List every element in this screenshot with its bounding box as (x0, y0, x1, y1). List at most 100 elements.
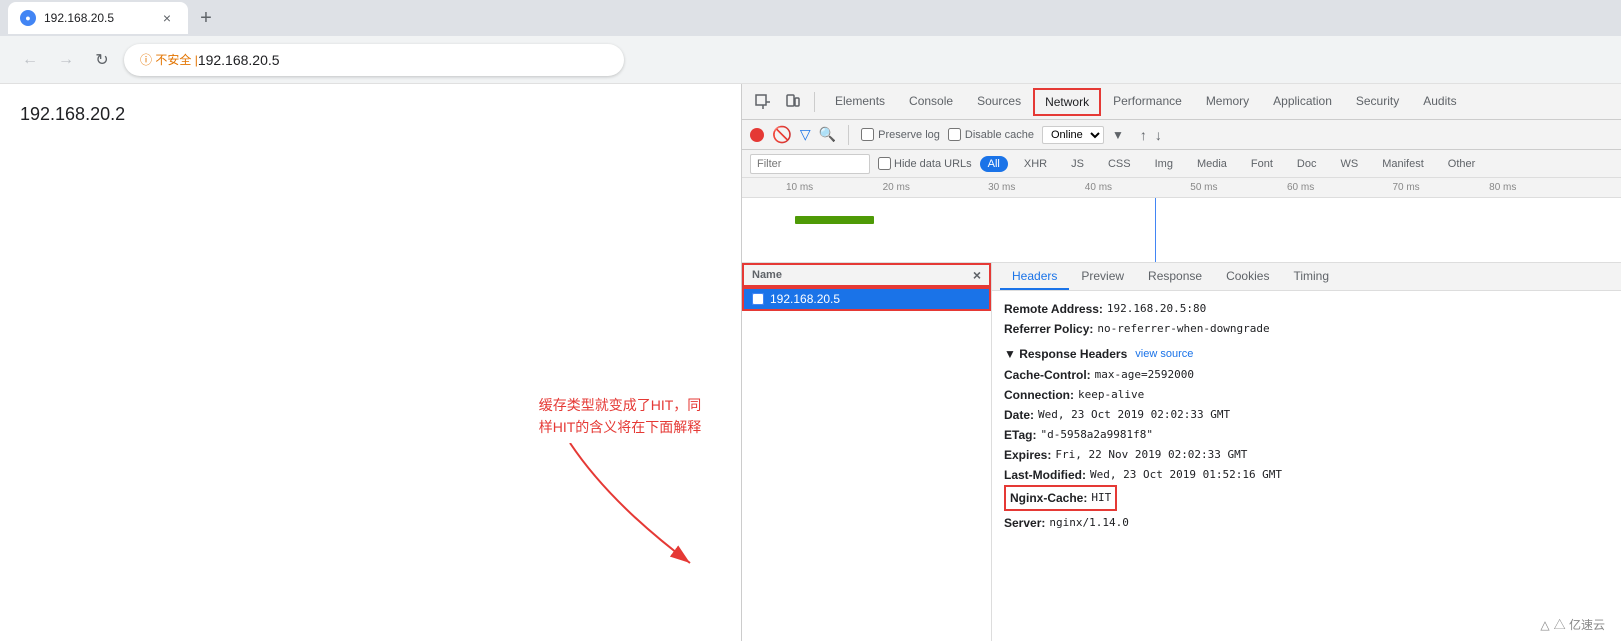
devtools-toolbar: Elements Console Sources Network Perform… (742, 84, 1621, 120)
brand-icon: △ (1540, 618, 1549, 632)
general-headers-section: Remote Address: 192.168.20.5:80 Referrer… (1004, 299, 1609, 339)
headers-panel: Headers Preview Response Cookies Timing … (992, 263, 1621, 641)
tab-bar: ● 192.168.20.5 × + (0, 0, 1621, 36)
filter-button[interactable]: ▽ (800, 126, 811, 143)
network-content: Name × 192.168.20.5 Headers Preview (742, 263, 1621, 641)
tab-close-button[interactable]: × (158, 9, 176, 27)
timeline-mark-60: 60 ms (1287, 182, 1314, 193)
record-button[interactable] (750, 128, 764, 142)
tab-title: 192.168.20.5 (44, 11, 150, 25)
headers-tab-headers[interactable]: Headers (1000, 264, 1069, 290)
timeline-mark-70: 70 ms (1392, 182, 1419, 193)
timeline-area: 10 ms 20 ms 30 ms 40 ms 50 ms 60 ms 70 m… (742, 178, 1621, 263)
brand-watermark: △ △ 亿速云 (1540, 616, 1605, 633)
filter-font-button[interactable]: Font (1243, 156, 1281, 172)
filter-bar: Hide data URLs All XHR JS CSS Img Media … (742, 150, 1621, 178)
device-toolbar-button[interactable] (780, 89, 806, 115)
preserve-log-checkbox[interactable]: Preserve log (861, 128, 940, 141)
disable-cache-checkbox[interactable]: Disable cache (948, 128, 1034, 141)
tab-console[interactable]: Console (897, 86, 965, 118)
request-name: 192.168.20.5 (770, 292, 840, 306)
headers-tab-response[interactable]: Response (1136, 264, 1214, 290)
throttle-dropdown-icon[interactable]: ▼ (1112, 128, 1124, 142)
request-favicon (752, 293, 764, 305)
request-row[interactable]: 192.168.20.5 (742, 287, 991, 311)
etag-row: ETag: "d-5958a2a9981f8" (1004, 425, 1609, 445)
requests-list: 192.168.20.5 (742, 287, 991, 641)
tab-security[interactable]: Security (1344, 86, 1411, 118)
clear-button[interactable]: 🚫 (772, 125, 792, 145)
filter-css-button[interactable]: CSS (1100, 156, 1139, 172)
filter-js-button[interactable]: JS (1063, 156, 1092, 172)
hide-data-urls-checkbox[interactable]: Hide data URLs (878, 157, 972, 170)
throttle-select[interactable]: Online (1042, 126, 1104, 144)
filter-other-button[interactable]: Other (1440, 156, 1484, 172)
filter-doc-button[interactable]: Doc (1289, 156, 1325, 172)
timeline-mark-10: 10 ms (786, 182, 813, 193)
headers-tab-preview[interactable]: Preview (1069, 264, 1136, 290)
tab-elements[interactable]: Elements (823, 86, 897, 118)
cache-control-row: Cache-Control: max-age=2592000 (1004, 365, 1609, 385)
devtools-tabs: Elements Console Sources Network Perform… (823, 86, 1469, 118)
page-content: 192.168.20.2 (0, 84, 741, 641)
active-tab[interactable]: ● 192.168.20.5 × (8, 2, 188, 34)
last-modified-row: Last-Modified: Wed, 23 Oct 2019 01:52:16… (1004, 465, 1609, 485)
tab-memory[interactable]: Memory (1194, 86, 1261, 118)
headers-content: Remote Address: 192.168.20.5:80 Referrer… (992, 291, 1621, 549)
headers-tab-cookies[interactable]: Cookies (1214, 264, 1281, 290)
filter-img-button[interactable]: Img (1147, 156, 1181, 172)
timeline-ruler: 10 ms 20 ms 30 ms 40 ms 50 ms 60 ms 70 m… (742, 178, 1621, 198)
close-panel-button[interactable]: × (973, 267, 981, 283)
address-input[interactable]: ⓘ 不安全 | 192.168.20.5 (124, 44, 624, 76)
date-row: Date: Wed, 23 Oct 2019 02:02:33 GMT (1004, 405, 1609, 425)
upload-icon[interactable]: ↑ (1140, 127, 1147, 143)
timeline-mark-40: 40 ms (1085, 182, 1112, 193)
requests-column-header: Name × (742, 263, 991, 287)
server-row: Server: nginx/1.14.0 (1004, 513, 1609, 533)
response-headers-section: ▼ Response Headers view source Cache-Con… (1004, 347, 1609, 533)
timeline-chart (742, 198, 1621, 262)
tab-network[interactable]: Network (1033, 88, 1101, 116)
timeline-mark-80: 80 ms (1489, 182, 1516, 193)
reload-button[interactable]: ↻ (88, 46, 116, 74)
download-icon[interactable]: ↓ (1155, 127, 1162, 143)
tab-application[interactable]: Application (1261, 86, 1344, 118)
timeline-mark-50: 50 ms (1190, 182, 1217, 193)
inspect-element-button[interactable] (750, 89, 776, 115)
new-tab-button[interactable]: + (192, 4, 220, 32)
toolbar-separator (814, 92, 815, 112)
brand-label: △ 亿速云 (1554, 616, 1605, 633)
tab-favicon: ● (20, 10, 36, 26)
view-source-button[interactable]: view source (1135, 348, 1193, 360)
tab-performance[interactable]: Performance (1101, 86, 1194, 118)
filter-ws-button[interactable]: WS (1332, 156, 1366, 172)
filter-manifest-button[interactable]: Manifest (1374, 156, 1432, 172)
waterfall-bar-html (795, 216, 874, 224)
referrer-policy-row: Referrer Policy: no-referrer-when-downgr… (1004, 319, 1609, 339)
forward-button[interactable]: → (52, 46, 80, 74)
security-badge: ⓘ 不安全 | (140, 51, 198, 68)
timeline-mark-30: 30 ms (988, 182, 1015, 193)
back-button[interactable]: ← (16, 46, 44, 74)
nginx-cache-row: Nginx-Cache: HIT (1004, 485, 1117, 511)
remote-address-row: Remote Address: 192.168.20.5:80 (1004, 299, 1609, 319)
connection-row: Connection: keep-alive (1004, 385, 1609, 405)
filter-xhr-button[interactable]: XHR (1016, 156, 1055, 172)
timeline-vertical-line (1155, 198, 1156, 262)
response-headers-title: ▼ Response Headers view source (1004, 347, 1609, 361)
filter-all-button[interactable]: All (980, 156, 1008, 172)
tab-sources[interactable]: Sources (965, 86, 1033, 118)
search-button[interactable]: 🔍 (819, 126, 836, 143)
main-area: 192.168.20.2 缓存类型就变成了HIT，同 样HIT的含义将在下面解释 (0, 84, 1621, 641)
headers-tab-timing[interactable]: Timing (1281, 264, 1341, 290)
filter-input[interactable] (750, 154, 870, 174)
filter-media-button[interactable]: Media (1189, 156, 1235, 172)
expires-row: Expires: Fri, 22 Nov 2019 02:02:33 GMT (1004, 445, 1609, 465)
requests-panel: Name × 192.168.20.5 (742, 263, 992, 641)
address-bar: ← → ↻ ⓘ 不安全 | 192.168.20.5 (0, 36, 1621, 84)
page-ip: 192.168.20.2 (20, 104, 721, 125)
devtools-panel: Elements Console Sources Network Perform… (741, 84, 1621, 641)
headers-tabs: Headers Preview Response Cookies Timing (992, 263, 1621, 291)
tab-audits[interactable]: Audits (1411, 86, 1468, 118)
timeline-mark-20: 20 ms (883, 182, 910, 193)
